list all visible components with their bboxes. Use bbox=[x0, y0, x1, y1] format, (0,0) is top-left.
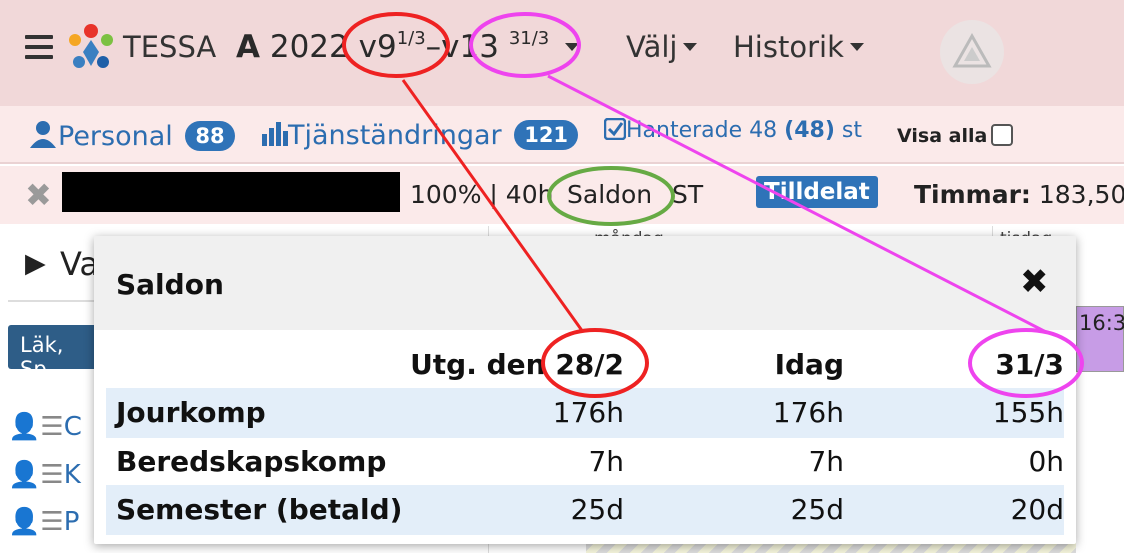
list-item-label: K bbox=[63, 460, 81, 490]
user-icon: 👤 bbox=[8, 460, 41, 490]
employee-type: ST bbox=[672, 180, 704, 209]
checkbox-checked-icon bbox=[603, 117, 627, 141]
list-item-label: P bbox=[63, 507, 80, 537]
list-icon: ☰ bbox=[40, 412, 64, 442]
expand-arrow-icon[interactable]: ▶ bbox=[25, 248, 46, 279]
period-to-date: 31/3 bbox=[508, 28, 550, 49]
shift-block[interactable]: 16:3 bbox=[1076, 306, 1124, 372]
warning-triangle-icon bbox=[952, 32, 992, 68]
hours-summary: Timmar: 183,50 bbox=[914, 180, 1124, 209]
personal-label: Personal bbox=[58, 121, 173, 152]
row-label: Jourkomp bbox=[116, 396, 266, 429]
table-cell: 7h bbox=[588, 445, 624, 478]
table-header-row: Utg. den 28/2 Idag 31/3 bbox=[106, 340, 1064, 390]
period-dash: – bbox=[425, 29, 442, 65]
changes-count-badge: 121 bbox=[514, 120, 579, 150]
saldon-link[interactable]: Saldon bbox=[567, 180, 652, 209]
divider bbox=[8, 300, 94, 302]
list-item[interactable]: 👤☰P bbox=[8, 507, 79, 537]
period-to-week: v13 bbox=[441, 29, 499, 65]
list-item[interactable]: 👤☰C bbox=[8, 412, 82, 442]
table-row: Beredskapskomp 7h 7h 0h bbox=[106, 437, 1064, 487]
table-cell: 155h bbox=[992, 396, 1064, 429]
close-icon[interactable]: ✖ bbox=[1020, 262, 1049, 302]
top-bar: TESSA A 2022 v91/3–v13 31/3 Välj Histori… bbox=[0, 0, 1124, 106]
list-icon: ☰ bbox=[40, 507, 64, 537]
table-cell: 20d bbox=[1010, 493, 1064, 526]
menu-historik-label: Historik bbox=[733, 30, 844, 64]
close-icon[interactable]: ✖ bbox=[25, 176, 52, 214]
saldon-modal: Saldon ✖ Utg. den 28/2 Idag 31/3 Jourkom… bbox=[94, 236, 1076, 544]
chevron-down-icon bbox=[565, 43, 580, 51]
table-cell: 7h bbox=[808, 445, 844, 478]
handled-suffix: st bbox=[841, 118, 862, 143]
user-icon: 👤 bbox=[8, 412, 41, 442]
row-label: Beredskapskomp bbox=[116, 445, 387, 478]
tessa-logo bbox=[69, 24, 113, 68]
modal-header: Saldon ✖ bbox=[94, 236, 1076, 330]
employment-info: 100% | 40h bbox=[410, 180, 554, 209]
user-icon bbox=[30, 121, 56, 148]
handled-bold: (48) bbox=[784, 118, 835, 143]
personal-count-badge: 88 bbox=[185, 121, 235, 151]
handled-link[interactable]: Hanterade 48 (48) st bbox=[603, 117, 862, 143]
status-badge: Tilldelat bbox=[756, 176, 878, 208]
person-bar: ✖ 100% | 40h Saldon ST Tilldelat Timmar:… bbox=[0, 166, 1124, 224]
table-row: Jourkomp 176h 176h 155h bbox=[106, 388, 1064, 438]
hamburger-menu-icon[interactable] bbox=[25, 35, 53, 61]
changes-link[interactable]: Tjänständringar 121 bbox=[262, 120, 579, 151]
calendar-a-icon: A bbox=[236, 29, 260, 65]
list-item-label: C bbox=[63, 412, 82, 442]
changes-label: Tjänständringar bbox=[288, 120, 502, 151]
warning-button[interactable] bbox=[940, 20, 1004, 84]
column-header: Idag bbox=[774, 348, 844, 381]
table-row: Semester (betald) 25d 25d 20d bbox=[106, 485, 1064, 535]
table-cell: 25d bbox=[570, 493, 624, 526]
chevron-down-icon bbox=[683, 43, 698, 51]
table-cell: 176h bbox=[552, 396, 624, 429]
period-from-week: v9 bbox=[358, 29, 397, 65]
list-icon: ☰ bbox=[40, 460, 64, 490]
show-all-toggle[interactable]: Visa alla bbox=[897, 124, 1014, 147]
table-cell: 25d bbox=[790, 493, 844, 526]
table-cell: 0h bbox=[1028, 445, 1064, 478]
list-item[interactable]: 👤☰K bbox=[8, 460, 81, 490]
show-all-checkbox[interactable] bbox=[991, 124, 1014, 146]
menu-valj[interactable]: Välj bbox=[626, 30, 698, 64]
chevron-down-icon bbox=[849, 43, 864, 51]
user-icon: 👤 bbox=[8, 507, 41, 537]
row-label: Semester (betald) bbox=[116, 493, 403, 526]
period-year: 2022 bbox=[269, 29, 349, 65]
hours-label: Timmar: bbox=[914, 180, 1031, 209]
right-panel bbox=[1076, 226, 1124, 553]
group-tag[interactable]: Läk, Sp bbox=[8, 325, 98, 381]
modal-title: Saldon bbox=[116, 268, 224, 301]
table-cell: 176h bbox=[772, 396, 844, 429]
brand-name[interactable]: TESSA bbox=[123, 30, 216, 64]
show-all-label: Visa alla bbox=[897, 125, 988, 147]
personal-link[interactable]: Personal 88 bbox=[28, 120, 235, 152]
menu-valj-label: Välj bbox=[626, 30, 678, 64]
bar-chart-icon bbox=[262, 122, 288, 146]
column-header: 31/3 bbox=[995, 348, 1064, 381]
hours-value: 183,50 bbox=[1038, 180, 1124, 209]
handled-text: Hanterade 48 bbox=[626, 118, 778, 143]
period-selector[interactable]: A 2022 v91/3–v13 31/3 bbox=[236, 28, 580, 65]
period-from-date: 1/3 bbox=[396, 28, 426, 49]
redacted-name bbox=[62, 172, 400, 212]
column-header: Utg. den 28/2 bbox=[410, 348, 624, 381]
menu-historik[interactable]: Historik bbox=[733, 30, 864, 64]
